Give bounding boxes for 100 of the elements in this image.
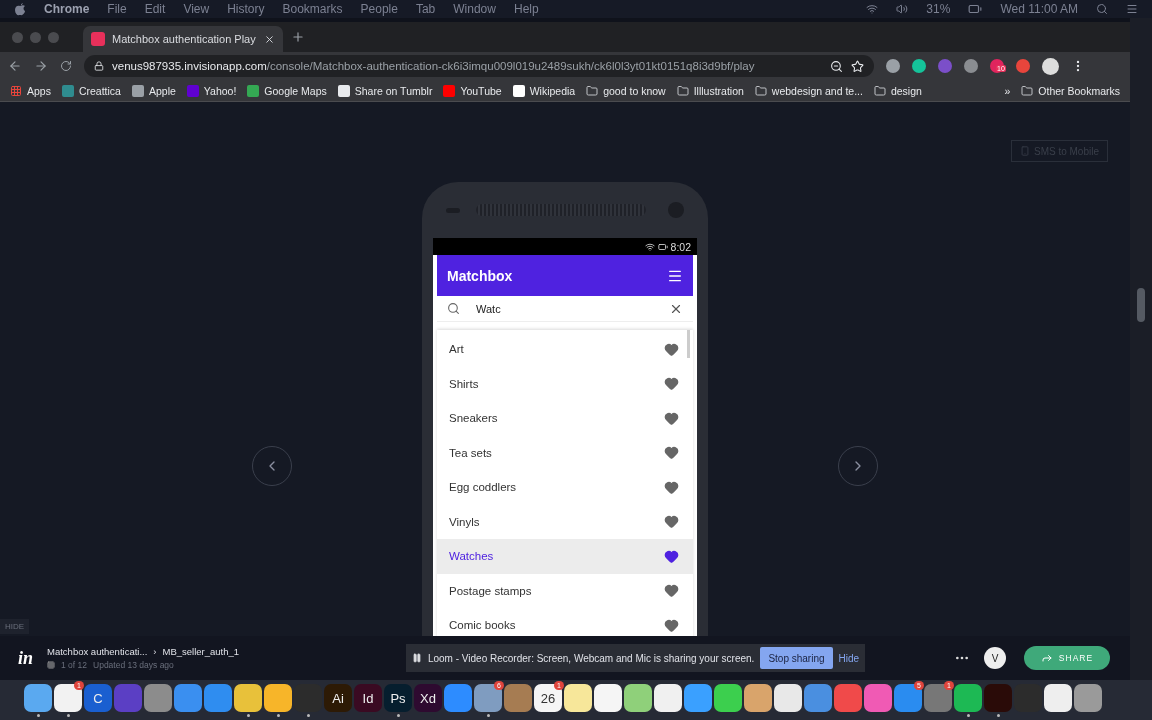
address-bar[interactable]: venus987935.invisionapp.com/console/Matchbox-authentication-ck6i3imqu009l019u2489sukh/ck6l0l3yt01kt0151q8i3d9bf/play	[84, 55, 874, 77]
bookmark-link[interactable]: Yahoo!	[186, 84, 237, 97]
app-icon[interactable]: Ai	[324, 684, 352, 712]
heart-icon[interactable]	[664, 617, 679, 633]
heart-icon[interactable]	[664, 514, 679, 530]
extension-icon[interactable]	[1016, 59, 1030, 73]
app-icon[interactable]	[744, 684, 772, 712]
menu-item[interactable]: Chrome	[44, 2, 90, 16]
app-icon[interactable]: Id	[354, 684, 382, 712]
list-item[interactable]: Art	[437, 332, 693, 367]
reload-icon[interactable]	[60, 60, 72, 72]
user-avatar[interactable]: V	[984, 647, 1006, 669]
bookmark-link[interactable]: YouTube	[443, 84, 502, 97]
breadcrumb-separator: ›	[153, 646, 157, 657]
app-icon[interactable]	[24, 684, 52, 712]
new-tab-icon[interactable]	[291, 30, 305, 44]
app-icon[interactable]	[684, 684, 712, 712]
app-icon[interactable]	[234, 684, 262, 712]
extension-icon[interactable]	[912, 59, 926, 73]
bookmark-link[interactable]: Apps	[10, 84, 51, 97]
list-item[interactable]: Postage stamps	[437, 573, 693, 608]
phone-icon	[1019, 146, 1030, 156]
menu-item[interactable]: Help	[513, 2, 539, 16]
project-name[interactable]: Matchbox authenticati...	[47, 646, 148, 657]
battery-icon[interactable]	[968, 2, 983, 16]
menu-item[interactable]: Edit	[144, 2, 166, 16]
grid-icon[interactable]	[47, 661, 55, 669]
bookmark-link[interactable]: Other Bookmarks	[1021, 84, 1120, 97]
heart-icon[interactable]	[664, 445, 679, 461]
heart-icon[interactable]	[664, 479, 679, 495]
list-item[interactable]: Egg coddlers	[437, 470, 693, 505]
app-icon[interactable]	[1044, 684, 1072, 712]
zoom-icon[interactable]	[830, 59, 843, 73]
apple-icon[interactable]	[14, 2, 26, 16]
bookmark-link[interactable]: design	[873, 84, 922, 97]
share-icon	[1040, 652, 1053, 664]
menu-item[interactable]: Bookmarks	[282, 2, 343, 16]
screen-name[interactable]: MB_seller_auth_1	[162, 646, 240, 657]
bookmark-link[interactable]: Creattica	[61, 84, 121, 97]
extension-icon[interactable]	[964, 59, 978, 73]
stop-sharing-button[interactable]: Stop sharing	[760, 647, 833, 669]
app-icon[interactable]	[594, 684, 622, 712]
app-icon[interactable]	[714, 684, 742, 712]
extension-icon[interactable]	[886, 59, 900, 73]
bookmark-link[interactable]: webdesign and te...	[754, 84, 863, 97]
menu-item[interactable]: History	[227, 2, 265, 16]
bookmark-link[interactable]: Wikipedia	[512, 84, 576, 97]
app-icon[interactable]	[624, 684, 652, 712]
battery-icon	[657, 241, 668, 252]
star-icon[interactable]	[851, 59, 864, 73]
search-icon[interactable]	[1096, 3, 1108, 15]
app-icon[interactable]	[654, 684, 682, 712]
list-item[interactable]: Tea sets	[437, 435, 693, 470]
list-item[interactable]: Watches	[437, 539, 693, 574]
list-icon[interactable]	[1126, 3, 1138, 15]
app-icon[interactable]	[564, 684, 592, 712]
bookmark-link[interactable]: good to know	[586, 84, 666, 97]
menu-item[interactable]: People	[360, 2, 398, 16]
hide-link[interactable]: Hide	[838, 652, 860, 664]
browser-tab[interactable]: Matchbox authentication Play	[83, 26, 283, 52]
wifi-icon[interactable]	[866, 3, 879, 15]
menu-item[interactable]: Window	[453, 2, 496, 16]
back-icon[interactable]	[8, 59, 22, 73]
app-icon[interactable]	[954, 684, 982, 712]
profile-avatar[interactable]	[1042, 57, 1059, 75]
heart-icon[interactable]	[664, 341, 679, 357]
app-icon[interactable]	[774, 684, 802, 712]
screen-count: 1 of 12	[61, 660, 87, 670]
search-icon	[447, 302, 460, 315]
bookmark-link[interactable]: Illlustration	[676, 84, 744, 97]
loom-message: Loom - Video Recorder: Screen, Webcam and Mic is sharing your screen.	[427, 652, 755, 664]
search-field[interactable]: Watc	[474, 301, 655, 316]
app-icon[interactable]	[264, 684, 292, 712]
bookmark-link[interactable]: Apple	[131, 84, 176, 97]
bookmark-link[interactable]: Google Maps	[247, 84, 327, 97]
list-item[interactable]: Vinyls	[437, 504, 693, 539]
overflow-button[interactable]: »	[1004, 84, 1011, 97]
menu-item[interactable]: View	[183, 2, 210, 16]
scrollbar-thumb	[1137, 288, 1145, 322]
volume-icon[interactable]	[896, 3, 909, 15]
app-icon[interactable]: C	[84, 684, 112, 712]
menubar-clock[interactable]: Wed 11:00 AM	[1000, 2, 1078, 16]
app-icon[interactable]: Ps	[384, 684, 412, 712]
bookmark-link[interactable]: Share on Tumblr	[337, 84, 433, 97]
grid-icon	[10, 84, 22, 97]
heart-icon[interactable]	[664, 410, 679, 426]
list-item[interactable]: Shirts	[437, 366, 693, 401]
favicon-icon	[91, 32, 105, 46]
app-icon[interactable]: Xd	[414, 684, 442, 712]
heart-icon[interactable]	[664, 583, 679, 599]
close-icon[interactable]	[264, 33, 275, 45]
app-icon[interactable]	[54, 684, 82, 712]
pause-icon[interactable]	[411, 653, 422, 663]
list-item[interactable]: Sneakers	[437, 401, 693, 436]
heart-icon[interactable]	[664, 548, 679, 564]
menu-item[interactable]: Tab	[415, 2, 436, 16]
forward-icon[interactable]	[34, 59, 48, 73]
heart-icon[interactable]	[664, 376, 679, 392]
list-item[interactable]: Comic books	[437, 608, 693, 636]
menu-item[interactable]: File	[107, 2, 127, 16]
